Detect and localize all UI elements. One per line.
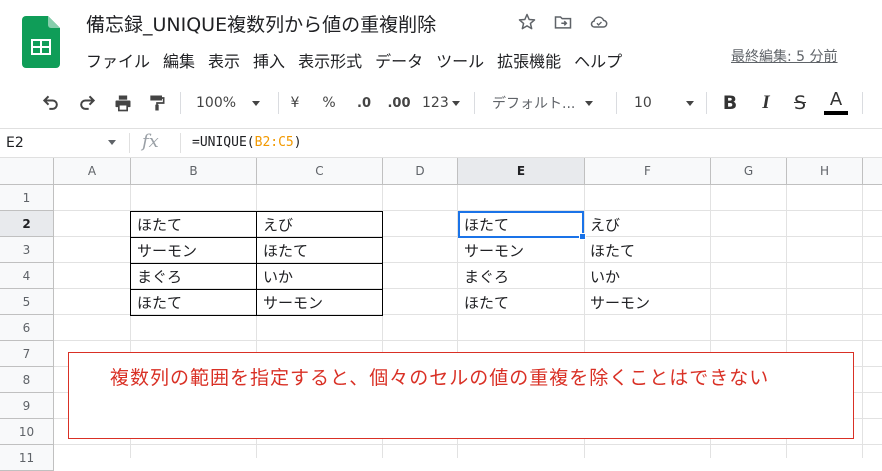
column-header-a[interactable]: A xyxy=(54,158,131,185)
row-header-6[interactable]: 6 xyxy=(0,315,54,341)
cell-f3[interactable]: ほたて xyxy=(584,237,710,263)
increase-decimal-button[interactable]: .00 xyxy=(384,86,414,120)
toolbar-divider xyxy=(474,92,475,114)
menu-format[interactable]: 表示形式 xyxy=(298,48,362,72)
cell-e5[interactable]: ほたて xyxy=(458,289,584,315)
toolbar-divider xyxy=(616,92,617,114)
print-icon[interactable] xyxy=(110,86,136,120)
formula-range: B2:C5 xyxy=(254,135,294,150)
cell-e4[interactable]: まぐろ xyxy=(458,263,584,289)
menu-help[interactable]: ヘルプ xyxy=(574,48,622,72)
move-folder-icon[interactable] xyxy=(552,11,574,33)
name-box[interactable]: E2 xyxy=(6,135,24,151)
row-header-11[interactable]: 11 xyxy=(0,445,54,471)
cell-f4[interactable]: いか xyxy=(584,263,710,289)
column-header-c[interactable]: C xyxy=(257,158,383,185)
undo-icon[interactable] xyxy=(38,86,64,120)
row-header-10[interactable]: 10 xyxy=(0,419,54,445)
paint-format-icon[interactable] xyxy=(144,86,170,120)
cell-f5[interactable]: サーモン xyxy=(584,289,710,315)
document-title[interactable]: 備忘録_UNIQUE複数列から値の重複削除 xyxy=(86,10,436,37)
row-header-1[interactable]: 1 xyxy=(0,185,54,211)
zoom-select[interactable]: 100% xyxy=(196,86,268,120)
formula-bar: E2 fx =UNIQUE(B2:C5) xyxy=(0,128,882,158)
text-color-button[interactable]: A xyxy=(822,86,850,120)
more-formats-label: 123 xyxy=(422,95,449,111)
text-color-swatch xyxy=(824,111,848,115)
bold-button[interactable]: B xyxy=(718,86,742,120)
cell-b2[interactable]: ほたて xyxy=(130,211,257,238)
sheets-logo-icon[interactable] xyxy=(22,16,60,68)
toolbar: 100% ¥ % .0 .00 123 デフォルト... 10 B I S A xyxy=(0,86,882,120)
column-header-f[interactable]: F xyxy=(585,158,711,185)
cell-b4[interactable]: まぐろ xyxy=(130,263,257,290)
row-header-7[interactable]: 7 xyxy=(0,341,54,367)
column-header-i[interactable] xyxy=(863,158,882,185)
select-all-corner[interactable] xyxy=(0,158,54,185)
formula-prefix: =UNIQUE( xyxy=(192,135,255,150)
text-color-label: A xyxy=(829,89,843,110)
menu-insert[interactable]: 挿入 xyxy=(253,48,285,72)
toolbar-divider xyxy=(278,92,279,114)
menu-file[interactable]: ファイル xyxy=(86,48,150,72)
annotation-text: 複数列の範囲を指定すると、個々のセルの値の重複を除くことはできない xyxy=(110,367,770,389)
column-header-b[interactable]: B xyxy=(131,158,257,185)
chevron-down-icon[interactable] xyxy=(108,140,116,145)
font-size-select[interactable]: 10 xyxy=(634,86,696,120)
fx-icon: fx xyxy=(142,131,159,152)
last-edit-link[interactable]: 最終編集: 5 分前 xyxy=(731,46,838,66)
font-size-value: 10 xyxy=(634,95,652,111)
row-header-4[interactable]: 4 xyxy=(0,263,54,289)
font-select[interactable]: デフォルト... xyxy=(492,86,604,120)
menu-data[interactable]: データ xyxy=(375,48,423,72)
strikethrough-button[interactable]: S xyxy=(788,86,812,120)
fill-handle[interactable] xyxy=(579,233,586,240)
column-header-h[interactable]: H xyxy=(787,158,863,185)
chevron-down-icon xyxy=(585,100,594,106)
cell-f2[interactable]: えび xyxy=(584,211,710,237)
menu-bar: ファイル 編集 表示 挿入 表示形式 データ ツール 拡張機能 ヘルプ xyxy=(86,48,635,72)
cell-e3[interactable]: サーモン xyxy=(458,237,584,263)
chevron-down-icon xyxy=(252,100,261,106)
row-header-2[interactable]: 2 xyxy=(0,211,54,237)
formula-divider xyxy=(180,133,181,153)
star-icon[interactable] xyxy=(516,11,538,33)
toolbar-divider xyxy=(862,92,863,114)
menu-tools[interactable]: ツール xyxy=(436,48,484,72)
italic-button[interactable]: I xyxy=(754,86,778,120)
chevron-down-icon xyxy=(451,100,460,106)
row-header-8[interactable]: 8 xyxy=(0,367,54,393)
column-header-d[interactable]: D xyxy=(383,158,458,185)
redo-icon[interactable] xyxy=(74,86,100,120)
cell-b3[interactable]: サーモン xyxy=(130,237,257,264)
cell-b5[interactable]: ほたて xyxy=(130,289,257,316)
decrease-decimal-button[interactable]: .0 xyxy=(352,86,376,120)
row-header-5[interactable]: 5 xyxy=(0,289,54,315)
column-header-g[interactable]: G xyxy=(711,158,787,185)
toolbar-divider xyxy=(706,92,707,114)
currency-button[interactable]: ¥ xyxy=(286,86,304,120)
row-header-9[interactable]: 9 xyxy=(0,393,54,419)
cloud-status-icon[interactable] xyxy=(588,11,610,33)
zoom-value: 100% xyxy=(196,95,237,111)
cell-c4[interactable]: いか xyxy=(256,263,383,290)
column-header-e[interactable]: E xyxy=(458,158,585,185)
cell-c2[interactable]: えび xyxy=(256,211,383,238)
font-value: デフォルト... xyxy=(492,96,576,112)
cell-c3[interactable]: ほたて xyxy=(256,237,383,264)
active-cell-outline xyxy=(458,211,584,238)
formula-divider xyxy=(129,133,130,153)
toolbar-divider xyxy=(180,92,181,114)
formula-suffix: ) xyxy=(293,135,302,150)
more-formats-button[interactable]: 123 xyxy=(422,86,466,120)
formula-input[interactable]: =UNIQUE(B2:C5) xyxy=(192,135,302,150)
menu-extensions[interactable]: 拡張機能 xyxy=(497,48,561,72)
menu-view[interactable]: 表示 xyxy=(208,48,240,72)
percent-button[interactable]: % xyxy=(320,86,338,120)
menu-edit[interactable]: 編集 xyxy=(163,48,195,72)
cell-c5[interactable]: サーモン xyxy=(256,289,383,316)
chevron-down-icon xyxy=(685,100,694,106)
row-header-3[interactable]: 3 xyxy=(0,237,54,263)
